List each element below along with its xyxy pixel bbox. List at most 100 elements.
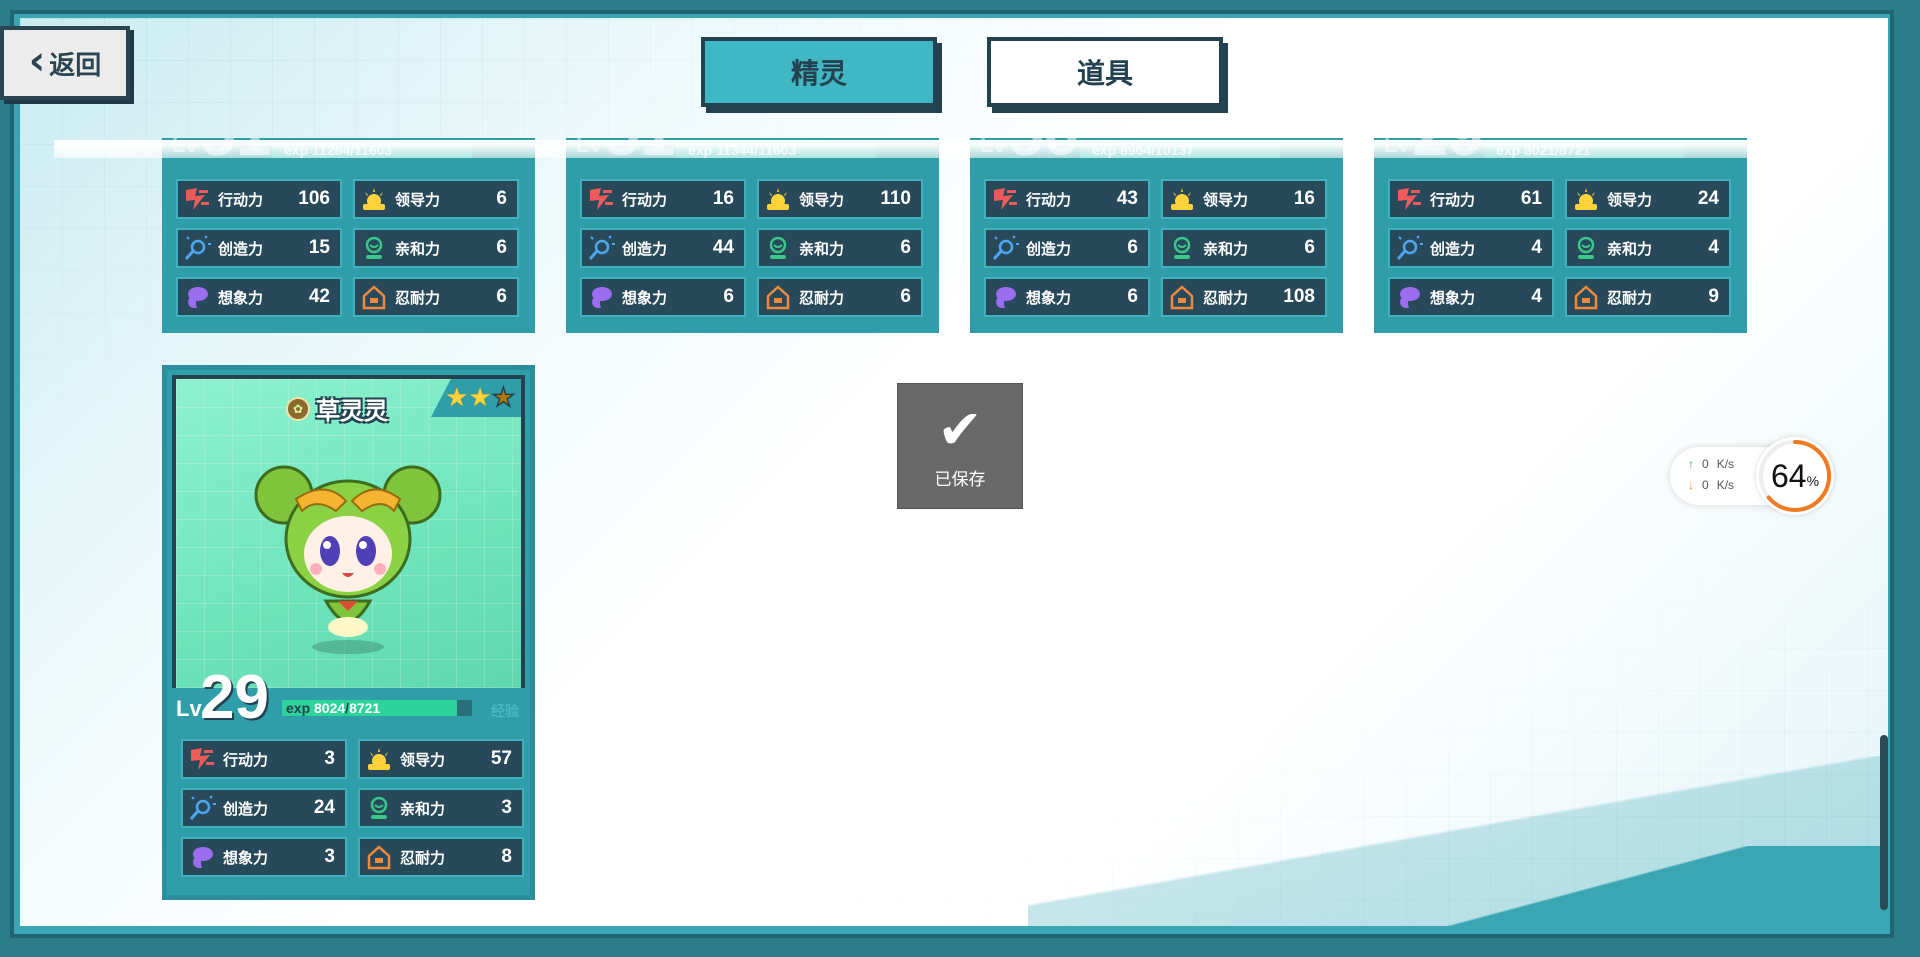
stat-leadership: 领导力 110 bbox=[757, 179, 923, 219]
upload-speed: ↑ 0 K/s bbox=[1688, 457, 1734, 471]
spirit-card[interactable]: Lv 50 exp 8964/10137 行动力 43 领导力 16 创造力 6… bbox=[970, 138, 1343, 333]
stat-value: 9 bbox=[1708, 286, 1719, 307]
spirit-card-caolingling[interactable]: ✿ 草灵灵 ★ ★ ★ Lv 29 exp 8024/8721 经验 行动力 3… bbox=[162, 365, 535, 900]
stat-name: 领导力 bbox=[799, 191, 845, 209]
checkmark-icon: ✔ bbox=[937, 397, 983, 461]
leadership-icon bbox=[364, 744, 394, 774]
tab-spirits[interactable]: 精灵 bbox=[701, 37, 937, 107]
imagination-icon bbox=[182, 282, 212, 312]
stat-value: 24 bbox=[313, 797, 335, 818]
stat-name: 行动力 bbox=[223, 751, 269, 769]
stat-endurance: 忍耐力 108 bbox=[1161, 277, 1327, 317]
stat-action: 行动力 43 bbox=[984, 179, 1150, 219]
stat-value: 6 bbox=[900, 286, 911, 307]
spirit-card[interactable]: Lv 51 exp 11284/11603 行动力 106 领导力 6 创造力 … bbox=[162, 138, 535, 333]
imagination-icon bbox=[187, 842, 217, 872]
stats-grid: 行动力 61 领导力 24 创造力 4 亲和力 4 想象力 4 忍耐力 9 bbox=[1388, 179, 1731, 317]
stat-value: 6 bbox=[900, 237, 911, 258]
spirit-card[interactable]: Lv 29 exp 8021/8721 行动力 61 领导力 24 创造力 4 … bbox=[1374, 138, 1747, 333]
level-number: 29 bbox=[200, 663, 269, 732]
stat-value: 8 bbox=[501, 846, 512, 867]
level-prefix: Lv bbox=[176, 696, 202, 721]
stat-value: 6 bbox=[1304, 237, 1315, 258]
stat-name: 行动力 bbox=[218, 191, 264, 209]
stat-creativity: 创造力 15 bbox=[176, 228, 342, 268]
action-icon bbox=[187, 744, 217, 774]
stat-value: 16 bbox=[712, 188, 734, 209]
stat-value: 110 bbox=[880, 188, 911, 209]
exp-label: 经验 bbox=[491, 703, 519, 719]
stat-value: 6 bbox=[496, 286, 507, 307]
stat-leadership: 领导力 24 bbox=[1565, 179, 1731, 219]
stat-action: 行动力 61 bbox=[1388, 179, 1554, 219]
creativity-icon bbox=[586, 233, 616, 263]
endurance-icon bbox=[763, 282, 793, 312]
leadership-icon bbox=[1167, 184, 1197, 214]
usage-percent-value: 64 bbox=[1770, 457, 1807, 494]
stat-value: 24 bbox=[1697, 188, 1719, 209]
stat-leadership: 领导力 57 bbox=[358, 739, 524, 779]
stat-value: 57 bbox=[490, 748, 512, 769]
stat-name: 忍耐力 bbox=[799, 289, 845, 307]
stat-name: 领导力 bbox=[1203, 191, 1249, 209]
stat-creativity: 创造力 24 bbox=[181, 788, 347, 828]
stat-affinity: 亲和力 6 bbox=[757, 228, 923, 268]
affinity-icon bbox=[763, 233, 793, 263]
stat-value: 6 bbox=[1127, 237, 1138, 258]
imagination-icon bbox=[1394, 282, 1424, 312]
leadership-icon bbox=[1571, 184, 1601, 214]
endurance-icon bbox=[364, 842, 394, 872]
spirit-card[interactable]: Lv 51 exp 11344/11603 行动力 16 领导力 110 创造力… bbox=[566, 138, 939, 333]
stat-affinity: 亲和力 3 bbox=[358, 788, 524, 828]
stat-name: 领导力 bbox=[395, 191, 441, 209]
stat-endurance: 忍耐力 9 bbox=[1565, 277, 1731, 317]
affinity-icon bbox=[1167, 233, 1197, 263]
upload-unit: K/s bbox=[1716, 457, 1735, 471]
saved-toast-message: 已保存 bbox=[934, 469, 986, 489]
usage-gauge[interactable]: 64% bbox=[1756, 437, 1834, 515]
stat-name: 忍耐力 bbox=[1607, 289, 1653, 307]
exp-current: 8024 bbox=[314, 700, 346, 716]
stat-name: 创造力 bbox=[1430, 240, 1476, 258]
stat-name: 想象力 bbox=[1430, 289, 1476, 307]
stat-imagination: 想象力 4 bbox=[1388, 277, 1554, 317]
stat-leadership: 领导力 6 bbox=[353, 179, 519, 219]
action-icon bbox=[586, 184, 616, 214]
stats-grid: 行动力 106 领导力 6 创造力 15 亲和力 6 想象力 42 忍耐力 6 bbox=[176, 179, 519, 317]
spirit-list[interactable]: Lv 51 exp 11284/11603 行动力 106 领导力 6 创造力 … bbox=[20, 138, 1860, 908]
scroll-fade bbox=[54, 140, 1859, 158]
stat-value: 44 bbox=[712, 237, 734, 258]
stats-grid: 行动力 16 领导力 110 创造力 44 亲和力 6 想象力 6 忍耐力 6 bbox=[580, 179, 923, 317]
stat-name: 忍耐力 bbox=[1203, 289, 1249, 307]
saved-toast: ✔ 已保存 bbox=[897, 383, 1023, 509]
scrollbar[interactable] bbox=[1880, 735, 1888, 910]
stat-name: 领导力 bbox=[1607, 191, 1653, 209]
stat-name: 创造力 bbox=[223, 800, 269, 818]
stat-name: 想象力 bbox=[622, 289, 668, 307]
stat-endurance: 忍耐力 6 bbox=[757, 277, 923, 317]
stat-name: 创造力 bbox=[622, 240, 668, 258]
usage-percent-sign: % bbox=[1806, 473, 1820, 489]
stat-name: 亲和力 bbox=[1203, 240, 1249, 258]
stat-name: 创造力 bbox=[218, 240, 264, 258]
pet-portrait: ✿ 草灵灵 ★ ★ ★ bbox=[172, 375, 525, 693]
stat-value: 6 bbox=[1127, 286, 1138, 307]
exp-max: 8721 bbox=[349, 700, 381, 716]
stat-action: 行动力 3 bbox=[181, 739, 347, 779]
download-value: 0 bbox=[1702, 478, 1709, 492]
stat-value: 6 bbox=[723, 286, 734, 307]
usage-percent: 64% bbox=[1756, 437, 1834, 515]
level-row: Lv 29 exp 8024/8721 经验 bbox=[172, 663, 525, 732]
leadership-icon bbox=[359, 184, 389, 214]
stat-imagination: 想象力 6 bbox=[984, 277, 1150, 317]
stat-value: 106 bbox=[298, 188, 330, 209]
chevron-left-icon: ‹ bbox=[28, 38, 46, 84]
back-button[interactable]: ‹ 返回 bbox=[0, 26, 130, 100]
stat-creativity: 创造力 44 bbox=[580, 228, 746, 268]
stat-affinity: 亲和力 4 bbox=[1565, 228, 1731, 268]
stat-value: 3 bbox=[501, 797, 512, 818]
stat-endurance: 忍耐力 8 bbox=[358, 837, 524, 877]
creativity-icon bbox=[1394, 233, 1424, 263]
stat-value: 3 bbox=[324, 846, 335, 867]
tab-items[interactable]: 道具 bbox=[987, 37, 1223, 107]
